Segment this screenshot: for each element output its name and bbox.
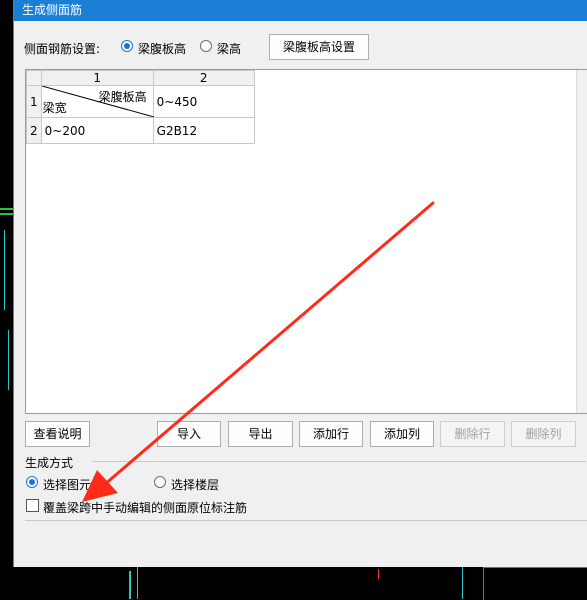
column-header[interactable]: 2	[152, 70, 255, 86]
overwrite-checkbox-label[interactable]: 覆盖梁跨中手动编辑的侧面原位标注筋	[43, 499, 247, 516]
table-cell[interactable]: 0~200	[40, 117, 154, 144]
cad-rect	[483, 567, 587, 600]
cad-line	[8, 330, 9, 390]
grid-corner	[26, 70, 42, 86]
export-button[interactable]: 导出	[228, 421, 293, 447]
cad-line	[4, 230, 5, 310]
cad-line	[129, 571, 131, 599]
delete-column-button[interactable]: 删除列	[511, 421, 576, 447]
table-cell[interactable]: 0~450	[152, 85, 255, 118]
radio-select-elements-label[interactable]: 选择图元	[43, 476, 91, 493]
radio-beam-height[interactable]	[200, 40, 212, 52]
table-cell[interactable]: G2B12	[152, 117, 255, 144]
delete-row-button[interactable]: 删除行	[440, 421, 505, 447]
help-button[interactable]: 查看说明	[25, 421, 90, 447]
footer-divider	[25, 520, 587, 521]
cad-line	[462, 567, 463, 599]
section-divider	[92, 461, 586, 462]
radio-web-height-label[interactable]: 梁腹板高	[138, 40, 186, 57]
corner-header-top: 梁腹板高	[98, 90, 147, 104]
corner-header-bottom: 梁宽	[42, 101, 67, 115]
generate-method-title: 生成方式	[25, 456, 74, 470]
radio-web-height[interactable]	[121, 40, 133, 52]
column-header[interactable]: 1	[40, 70, 154, 86]
cad-canvas-bottom	[13, 567, 587, 600]
add-column-button[interactable]: 添加列	[370, 421, 434, 447]
diagonal-header-cell[interactable]: 梁腹板高 梁宽	[40, 85, 154, 118]
generate-side-rebar-dialog: 生成侧面筋 侧面钢筋设置: 梁腹板高 梁高 梁腹板高设置 1 2 1 梁腹板高	[13, 0, 587, 567]
row-header[interactable]: 1	[26, 85, 42, 118]
cad-line	[378, 569, 379, 579]
radio-select-elements[interactable]	[26, 476, 38, 488]
rebar-spec-grid[interactable]: 1 2 1 梁腹板高 梁宽 0~450 2 0~200 G2B12	[25, 69, 587, 414]
radio-beam-height-label[interactable]: 梁高	[217, 40, 241, 57]
import-button[interactable]: 导入	[157, 421, 221, 447]
row-header[interactable]: 2	[26, 117, 42, 144]
cad-line	[137, 567, 138, 599]
overwrite-checkbox[interactable]	[26, 499, 39, 512]
spec-table: 1 2 1 梁腹板高 梁宽 0~450 2 0~200 G2B12	[26, 70, 255, 144]
cad-canvas-strip	[0, 0, 13, 599]
radio-select-floors-label[interactable]: 选择楼层	[171, 476, 219, 493]
cad-line	[0, 208, 13, 210]
web-height-settings-button[interactable]: 梁腹板高设置	[269, 34, 369, 60]
vertical-scrollbar[interactable]	[576, 70, 587, 413]
radio-select-floors[interactable]	[154, 476, 166, 488]
add-row-button[interactable]: 添加行	[299, 421, 363, 447]
settings-label: 侧面钢筋设置:	[24, 42, 101, 56]
dialog-titlebar[interactable]: 生成侧面筋	[14, 0, 587, 21]
cad-line	[0, 213, 13, 215]
